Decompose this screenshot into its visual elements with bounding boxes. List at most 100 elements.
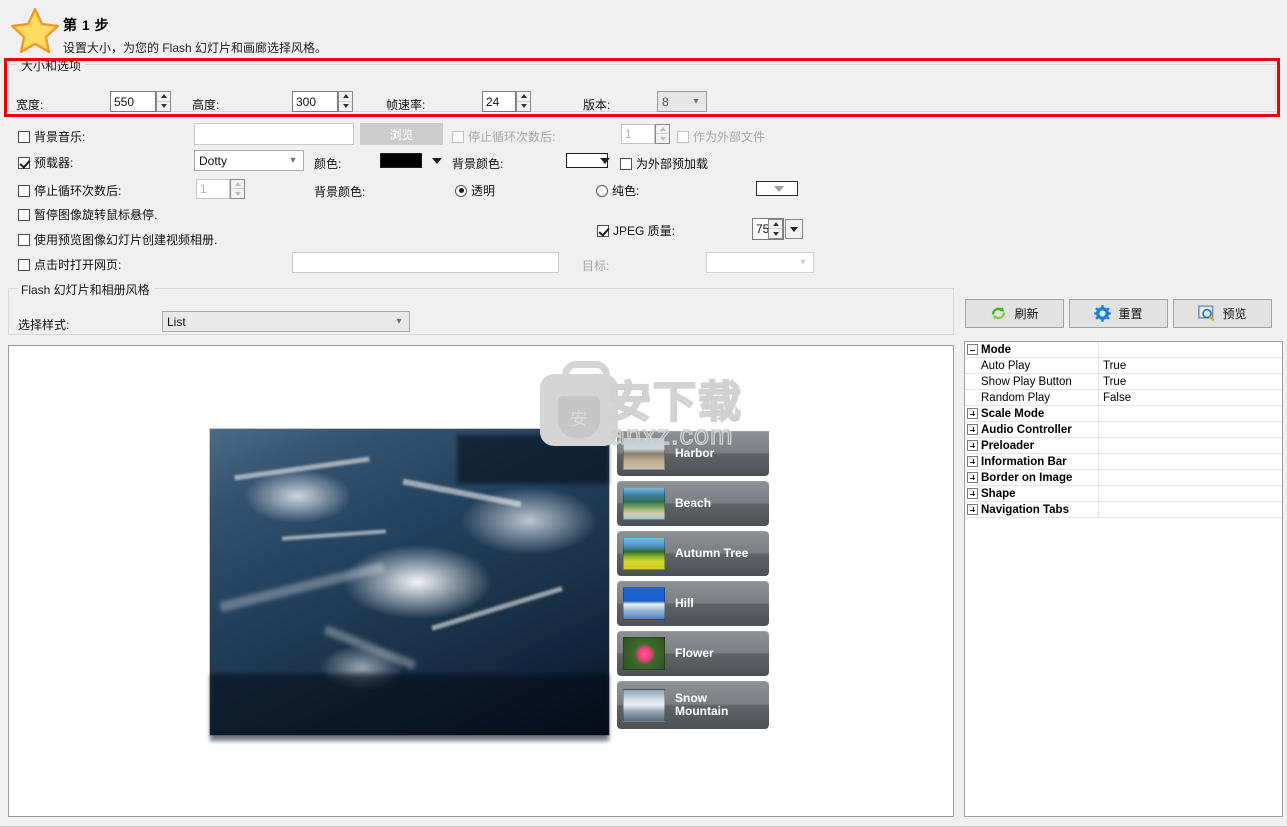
thumbnail-list: Harbor Beach Autumn Tree Hill Flower Sno… (617, 431, 769, 734)
table-row[interactable]: Shape (965, 486, 1282, 502)
bgcolor-dropdown-arrow[interactable] (600, 158, 610, 164)
preloader-select[interactable]: Dotty ▾ (194, 150, 304, 171)
table-row[interactable]: Preloader (965, 438, 1282, 454)
stop-after-loops-stepper-1[interactable] (655, 124, 670, 144)
thumbnail-image (623, 637, 665, 670)
property-value-cell[interactable] (1099, 454, 1282, 469)
create-video-album-checkbox[interactable]: 使用预览图像幻灯片创建视频相册. (18, 231, 217, 248)
property-value-cell[interactable] (1099, 470, 1282, 485)
property-grid[interactable]: Mode Auto Play True Show Play Button Tru… (964, 341, 1283, 817)
preloader-checkbox[interactable]: 预载器: (18, 154, 73, 171)
chevron-down-icon (790, 226, 798, 232)
height-input[interactable]: 300 (292, 91, 338, 112)
property-value-cell[interactable] (1099, 438, 1282, 453)
expand-plus-icon[interactable] (967, 456, 978, 467)
stepper-up[interactable] (231, 180, 244, 189)
property-name-cell: Show Play Button (965, 374, 1099, 389)
property-value-cell[interactable]: True (1099, 374, 1282, 389)
stop-after-loops-checkbox-2[interactable]: 停止循环次数后: (18, 182, 121, 199)
refresh-button[interactable]: 刷新 (965, 299, 1064, 328)
solid-color-dropdown-arrow[interactable] (774, 186, 784, 192)
pause-rotation-checkbox[interactable]: 暂停图像旋转鼠标悬停. (18, 206, 157, 223)
table-row[interactable]: Audio Controller (965, 422, 1282, 438)
table-row[interactable]: Auto Play True (965, 358, 1282, 374)
preload-external-checkbox[interactable]: 为外部预加载 (620, 155, 708, 172)
property-value-cell[interactable] (1099, 486, 1282, 501)
stop-after-loops-input-1[interactable]: 1 (621, 124, 655, 144)
solid-radio[interactable]: 纯色: (596, 182, 639, 199)
property-name: Shape (981, 487, 1016, 500)
expand-plus-icon[interactable] (967, 504, 978, 515)
bgcolor-label-2: 背景颜色: (314, 185, 366, 199)
refresh-icon (992, 307, 1006, 320)
property-value-cell[interactable] (1099, 422, 1282, 437)
list-item-label: Snow Mountain (675, 690, 729, 718)
list-item[interactable]: Harbor (617, 431, 769, 476)
stepper-down[interactable] (231, 189, 244, 198)
preloader-select-value: Dotty (199, 153, 228, 168)
list-item[interactable]: Beach (617, 481, 769, 526)
table-row[interactable]: Navigation Tabs (965, 502, 1282, 518)
height-stepper-down[interactable] (339, 102, 352, 112)
browse-button[interactable]: 浏览 (360, 123, 443, 145)
property-value-cell[interactable]: False (1099, 390, 1282, 405)
list-item[interactable]: Flower (617, 631, 769, 676)
main-preview-image[interactable] (209, 428, 610, 742)
height-stepper[interactable] (338, 91, 353, 112)
property-value-cell[interactable] (1099, 406, 1282, 421)
framerate-stepper-up[interactable] (517, 92, 530, 102)
table-row[interactable]: Show Play Button True (965, 374, 1282, 390)
transparent-radio[interactable]: 透明 (455, 182, 495, 199)
target-select[interactable]: ▾ (706, 252, 814, 273)
collapse-minus-icon[interactable] (967, 344, 978, 355)
stop-after-loops-input-2[interactable]: 1 (196, 179, 230, 199)
stop-after-loops-stepper-2[interactable] (230, 179, 245, 199)
table-row[interactable]: Random Play False (965, 390, 1282, 406)
background-music-checkbox[interactable]: 背景音乐: (18, 128, 85, 145)
expand-plus-icon[interactable] (967, 472, 978, 483)
preview-button[interactable]: 预览 (1173, 299, 1272, 328)
jpeg-quality-stepper[interactable] (768, 219, 783, 239)
stepper-down[interactable] (656, 134, 669, 143)
width-stepper[interactable] (156, 91, 171, 112)
stop-after-loops-checkbox-1[interactable]: 停止循环次数后: (452, 128, 555, 145)
height-stepper-up[interactable] (339, 92, 352, 102)
expand-plus-icon[interactable] (967, 440, 978, 451)
property-name: Scale Mode (981, 407, 1045, 420)
background-music-input[interactable] (194, 123, 354, 145)
width-input[interactable]: 550 (110, 91, 156, 112)
color-dropdown-arrow[interactable] (432, 158, 442, 164)
color-swatch[interactable] (380, 153, 422, 168)
select-style-dropdown[interactable]: List ▾ (162, 311, 410, 332)
stepper-up[interactable] (769, 220, 782, 229)
framerate-input[interactable]: 24 (482, 91, 516, 112)
expand-plus-icon[interactable] (967, 424, 978, 435)
preview-stage[interactable]: Harbor Beach Autumn Tree Hill Flower Sno… (9, 346, 953, 816)
open-url-checkbox[interactable]: 点击时打开网页: (18, 256, 121, 273)
list-item[interactable]: Autumn Tree (617, 531, 769, 576)
checkbox-box (18, 208, 30, 221)
version-select[interactable]: 8 ▾ (657, 91, 707, 112)
list-item[interactable]: Snow Mountain (617, 681, 769, 729)
width-stepper-down[interactable] (157, 102, 170, 112)
framerate-stepper-down[interactable] (517, 102, 530, 112)
open-url-input[interactable] (292, 252, 559, 273)
stepper-up[interactable] (656, 125, 669, 134)
reset-button[interactable]: 重置 (1069, 299, 1168, 328)
list-item[interactable]: Hill (617, 581, 769, 626)
table-row[interactable]: Mode (965, 342, 1282, 358)
property-value-cell[interactable]: True (1099, 358, 1282, 373)
stepper-down[interactable] (769, 229, 782, 238)
expand-plus-icon[interactable] (967, 408, 978, 419)
table-row[interactable]: Border on Image (965, 470, 1282, 486)
jpeg-quality-checkbox[interactable]: JPEG 质量: (597, 222, 675, 239)
table-row[interactable]: Information Bar (965, 454, 1282, 470)
width-stepper-up[interactable] (157, 92, 170, 102)
property-value-cell[interactable] (1099, 342, 1282, 357)
jpeg-quality-dropdown-button[interactable] (785, 219, 803, 239)
property-value-cell[interactable] (1099, 502, 1282, 517)
expand-plus-icon[interactable] (967, 488, 978, 499)
framerate-stepper[interactable] (516, 91, 531, 112)
external-file-checkbox[interactable]: 作为外部文件 (677, 128, 765, 145)
table-row[interactable]: Scale Mode (965, 406, 1282, 422)
